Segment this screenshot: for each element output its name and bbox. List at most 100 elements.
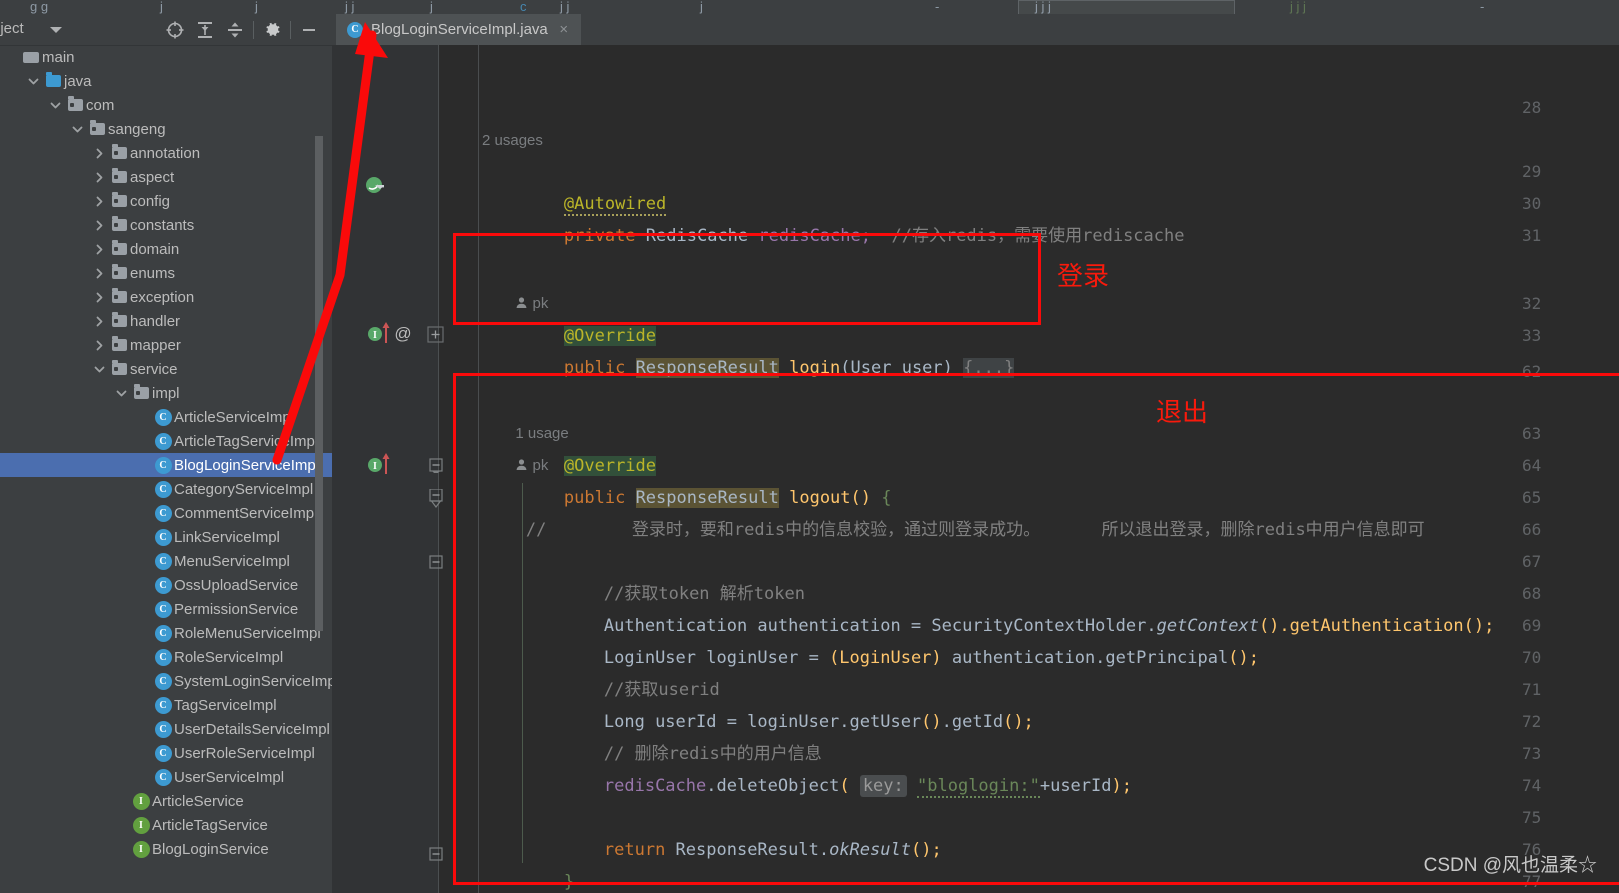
type-rediscache: RedisCache	[645, 226, 749, 246]
tree-item-aspect[interactable]: aspect	[0, 165, 332, 189]
expand-all-icon[interactable]	[190, 14, 220, 45]
implemented-method-icon[interactable]: I	[367, 451, 397, 482]
hide-panel-icon[interactable]	[294, 14, 324, 45]
project-tree-scrollbar[interactable]	[315, 136, 323, 631]
collapse-all-icon[interactable]	[220, 14, 250, 45]
tree-item-java[interactable]: java	[0, 69, 332, 93]
tree-item-commentserviceimpl[interactable]: C CommentServiceImpl	[0, 501, 332, 525]
tree-item-blogloginservice[interactable]: I BlogLoginService	[0, 837, 332, 861]
chevron-closed-icon[interactable]	[90, 189, 108, 213]
chevron-closed-icon[interactable]	[90, 309, 108, 333]
tree-item-com[interactable]: com	[0, 93, 332, 117]
tree-item-sangeng[interactable]: sangeng	[0, 117, 332, 141]
tree-item-categoryserviceimpl[interactable]: C CategoryServiceImpl	[0, 477, 332, 501]
chevron-closed-icon[interactable]	[90, 333, 108, 357]
tree-item-service[interactable]: service	[0, 357, 332, 381]
fold-marker-icon[interactable]	[428, 555, 444, 574]
tree-item-annotation[interactable]: annotation	[0, 141, 332, 165]
tree-item-userdetailsserviceimpl[interactable]: C UserDetailsServiceImpl	[0, 717, 332, 741]
cast-loginuser: (LoginUser)	[829, 648, 942, 668]
package-folder-icon	[111, 240, 127, 255]
tree-item-config[interactable]: config	[0, 189, 332, 213]
chevron-closed-icon[interactable]	[90, 165, 108, 189]
tree-item-systemloginserviceimpl[interactable]: C SystemLoginServiceImpl	[0, 669, 332, 693]
package-folder-icon	[67, 96, 83, 111]
tree-item-mapper[interactable]: mapper	[0, 333, 332, 357]
tree-item-articletagserviceimpl[interactable]: C ArticleTagServiceImpl	[0, 429, 332, 453]
project-tree[interactable]: main java com sangeng annotation aspect config…	[0, 45, 332, 893]
menu-fragment: j	[430, 0, 433, 14]
tree-item-userserviceimpl[interactable]: C UserServiceImpl	[0, 765, 332, 789]
class-icon: C	[154, 744, 172, 762]
toolbar-divider	[290, 20, 291, 39]
tree-item-userroleserviceimpl[interactable]: C UserRoleServiceImpl	[0, 741, 332, 765]
fold-marker-icon[interactable]	[428, 457, 444, 478]
paren-open: (	[839, 776, 850, 796]
class-icon: C	[154, 720, 172, 738]
chevron-open-icon[interactable]	[90, 357, 108, 381]
package-folder-icon	[133, 384, 149, 399]
tree-item-articleserviceimpl[interactable]: C ArticleServiceImpl	[0, 405, 332, 429]
tree-item-label: ArticleTagService	[152, 816, 268, 834]
code-line-77: }	[439, 866, 531, 893]
tree-item-blogloginserviceimpl[interactable]: C BlogLoginServiceImpl	[0, 453, 332, 477]
tree-item-articleservice[interactable]: I ArticleService	[0, 789, 332, 813]
tree-item-roleserviceimpl[interactable]: C RoleServiceImpl	[0, 645, 332, 669]
tree-item-menuserviceimpl[interactable]: C MenuServiceImpl	[0, 549, 332, 573]
tree-item-label: UserDetailsServiceImpl	[174, 720, 330, 738]
source-folder-icon	[45, 72, 61, 87]
chevron-open-icon[interactable]	[112, 381, 130, 405]
code-line-71: Long userId = loginUser.getUser().getId(…	[522, 674, 1034, 732]
fold-marker-icon[interactable]	[428, 847, 444, 866]
tree-item-ossuploadservice[interactable]: C OssUploadService	[0, 573, 332, 597]
tree-item-domain[interactable]: domain	[0, 237, 332, 261]
tree-item-constants[interactable]: constants	[0, 213, 332, 237]
tree-item-main[interactable]: main	[0, 45, 332, 69]
code-line-33: public ResponseResult login(User user) {…	[482, 320, 1015, 378]
chevron-open-icon[interactable]	[68, 117, 86, 141]
locate-icon[interactable]	[160, 14, 190, 45]
editor-tab-bloglogin[interactable]: C BlogLoginServiceImpl.java ×	[336, 14, 581, 45]
usages-hint[interactable]: 2 usages	[482, 125, 543, 157]
tree-item-exception[interactable]: exception	[0, 285, 332, 309]
code-editor[interactable]: 28 29 30 31 32 33 62 63 64 65 66 67 68 69 70 71 72 73 74 75…	[332, 45, 1619, 893]
chevron-closed-icon[interactable]	[90, 213, 108, 237]
code-line-29: @Autowired	[482, 156, 667, 216]
fold-marker-icon[interactable]	[428, 488, 444, 514]
interface-icon: I	[132, 816, 150, 834]
chevron-closed-icon[interactable]	[90, 285, 108, 309]
package-folder-icon	[111, 288, 127, 303]
get-id: .getId	[941, 712, 1004, 732]
package-folder-icon	[111, 192, 127, 207]
tree-item-handler[interactable]: handler	[0, 309, 332, 333]
implemented-method-icon[interactable]: I @	[367, 320, 413, 351]
tree-item-permissionservice[interactable]: C PermissionService	[0, 597, 332, 621]
chevron-closed-icon[interactable]	[90, 237, 108, 261]
tree-item-tagserviceimpl[interactable]: C TagServiceImpl	[0, 693, 332, 717]
spring-bean-icon[interactable]	[365, 175, 387, 202]
code-line-65: 登录时，要和redis中的信息校验，通过则登录成功。 所以退出登录，删除redi…	[550, 482, 1425, 540]
tree-item-articletagservice[interactable]: I ArticleTagService	[0, 813, 332, 837]
expand-method-icon[interactable]	[427, 326, 444, 348]
settings-gear-icon[interactable]	[257, 14, 287, 45]
chevron-down-icon[interactable]	[50, 27, 62, 33]
line-number-75: 75	[1522, 808, 1542, 827]
folded-body-login[interactable]: {...}	[963, 358, 1015, 378]
tree-item-impl[interactable]: impl	[0, 381, 332, 405]
tree-item-rolemenuserviceimpl[interactable]: C RoleMenuServiceImpl	[0, 621, 332, 645]
chevron-open-icon[interactable]	[24, 69, 42, 93]
chevron-closed-icon[interactable]	[90, 141, 108, 165]
chevron-open-icon[interactable]	[46, 93, 64, 117]
tree-item-linkserviceimpl[interactable]: C LinkServiceImpl	[0, 525, 332, 549]
line-number-69: 69	[1522, 616, 1542, 635]
chevron-closed-icon[interactable]	[90, 261, 108, 285]
paren-group: ().getAuthentication	[1258, 616, 1464, 636]
line-number-67: 67	[1522, 552, 1542, 571]
tree-item-enums[interactable]: enums	[0, 261, 332, 285]
close-icon[interactable]: ×	[557, 22, 571, 37]
class-icon: C	[154, 528, 172, 546]
